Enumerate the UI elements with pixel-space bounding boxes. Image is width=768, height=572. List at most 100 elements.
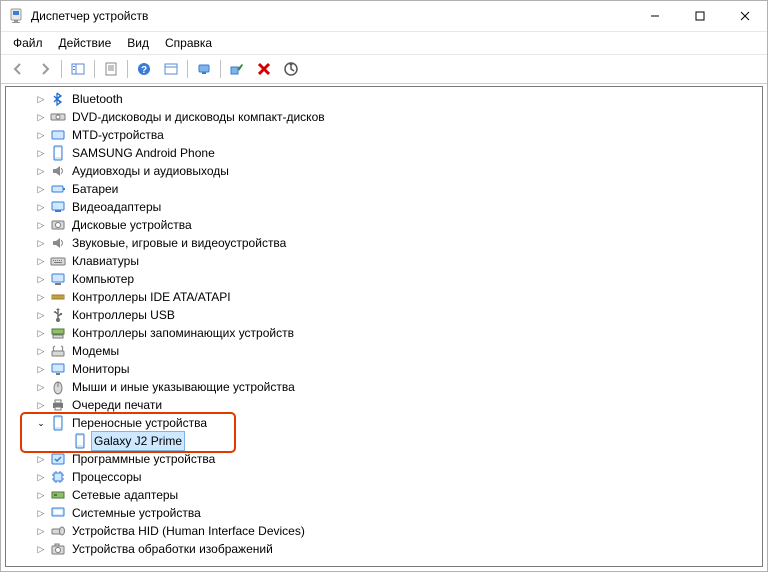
menu-help[interactable]: Справка <box>157 34 220 52</box>
tree-label: Системные устройства <box>70 504 203 522</box>
device-manager-window: Диспетчер устройств Файл Действие Вид Сп… <box>0 0 768 572</box>
tree-node-mice[interactable]: ▷ Мыши и иные указывающие устройства <box>34 378 762 396</box>
properties-button[interactable] <box>98 57 124 81</box>
tree-node-monitors[interactable]: ▷ Мониторы <box>34 360 762 378</box>
toolbar-separator <box>127 60 128 78</box>
expand-toggle[interactable]: ▷ <box>34 308 48 322</box>
tree-node-disk-drives[interactable]: ▷ Дисковые устройства <box>34 216 762 234</box>
printer-icon <box>50 397 66 413</box>
tree-label: Дисковые устройства <box>70 216 194 234</box>
toolbar-separator <box>94 60 95 78</box>
ide-controller-icon <box>50 289 66 305</box>
tree-label: Переносные устройства <box>70 414 209 432</box>
expand-toggle[interactable]: ▷ <box>34 380 48 394</box>
tree-node-batteries[interactable]: ▷ Батареи <box>34 180 762 198</box>
enable-device-button[interactable] <box>224 57 250 81</box>
tree-label: Видеоадаптеры <box>70 198 163 216</box>
expand-toggle[interactable]: ▷ <box>34 488 48 502</box>
portable-device-icon <box>72 433 88 449</box>
menu-file[interactable]: Файл <box>5 34 51 52</box>
tree-node-usb-controllers[interactable]: ▷ Контроллеры USB <box>34 306 762 324</box>
tree-node-processors[interactable]: ▷ Процессоры <box>34 468 762 486</box>
usb-icon <box>50 307 66 323</box>
keyboard-icon <box>50 253 66 269</box>
action-button[interactable] <box>158 57 184 81</box>
expand-toggle[interactable]: ▷ <box>34 326 48 340</box>
tree-label: MTD-устройства <box>70 126 166 144</box>
expand-toggle[interactable]: ▷ <box>34 470 48 484</box>
uninstall-device-button[interactable] <box>251 57 277 81</box>
tree-node-imaging-devices[interactable]: ▷ Устройства обработки изображений <box>34 540 762 558</box>
expand-toggle[interactable]: ▷ <box>34 362 48 376</box>
expand-toggle[interactable]: ▷ <box>34 146 48 160</box>
tree-node-modems[interactable]: ▷ Модемы <box>34 342 762 360</box>
imaging-device-icon <box>50 541 66 557</box>
tree-label: Программные устройства <box>70 450 217 468</box>
network-adapter-icon <box>50 487 66 503</box>
expand-toggle[interactable]: ▷ <box>34 452 48 466</box>
tree-node-keyboards[interactable]: ▷ Клавиатуры <box>34 252 762 270</box>
modem-icon <box>50 343 66 359</box>
expand-toggle[interactable]: ▷ <box>34 272 48 286</box>
tree-node-computer[interactable]: ▷ Компьютер <box>34 270 762 288</box>
expand-toggle[interactable]: ▷ <box>34 542 48 556</box>
expand-toggle[interactable]: ▷ <box>34 254 48 268</box>
system-device-icon <box>50 505 66 521</box>
expand-toggle[interactable]: ▷ <box>34 506 48 520</box>
tree-label: Контроллеры IDE ATA/ATAPI <box>70 288 233 306</box>
show-hide-tree-button[interactable] <box>65 57 91 81</box>
expand-toggle[interactable]: ▷ <box>34 182 48 196</box>
close-button[interactable] <box>722 1 767 31</box>
toolbar-separator <box>220 60 221 78</box>
menu-view[interactable]: Вид <box>119 34 157 52</box>
expand-toggle[interactable]: ▷ <box>34 164 48 178</box>
client-area: ▷ Bluetooth ▷ DVD-дисководы и дисководы … <box>5 86 763 567</box>
mouse-icon <box>50 379 66 395</box>
help-button[interactable]: ? <box>131 57 157 81</box>
scan-hardware-button[interactable] <box>191 57 217 81</box>
tree-node-bluetooth[interactable]: ▷ Bluetooth <box>34 90 762 108</box>
expand-toggle[interactable]: ▷ <box>34 236 48 250</box>
expand-toggle[interactable]: ▷ <box>34 200 48 214</box>
expand-toggle[interactable]: ▷ <box>34 290 48 304</box>
minimize-button[interactable] <box>632 1 677 31</box>
tree-node-storage-controllers[interactable]: ▷ Контроллеры запоминающих устройств <box>34 324 762 342</box>
forward-button[interactable] <box>32 57 58 81</box>
tree-node-system-devices[interactable]: ▷ Системные устройства <box>34 504 762 522</box>
tree-node-print-queues[interactable]: ▷ Очереди печати <box>34 396 762 414</box>
tree-node-network-adapters[interactable]: ▷ Сетевые адаптеры <box>34 486 762 504</box>
expand-toggle[interactable]: ▷ <box>34 398 48 412</box>
battery-icon <box>50 181 66 197</box>
collapse-toggle[interactable]: ⌄ <box>34 416 48 430</box>
titlebar: Диспетчер устройств <box>1 1 767 32</box>
tree-node-software-devices[interactable]: ▷ Программные устройства <box>34 450 762 468</box>
device-tree[interactable]: ▷ Bluetooth ▷ DVD-дисководы и дисководы … <box>6 87 762 566</box>
expand-toggle[interactable]: ▷ <box>34 218 48 232</box>
tree-label: Контроллеры USB <box>70 306 177 324</box>
tree-node-audio-io[interactable]: ▷ Аудиовходы и аудиовыходы <box>34 162 762 180</box>
expand-toggle[interactable]: ▷ <box>34 344 48 358</box>
tree-node-sound-game-video[interactable]: ▷ Звуковые, игровые и видеоустройства <box>34 234 762 252</box>
tree-label: SAMSUNG Android Phone <box>70 144 217 162</box>
tree-node-portable-devices[interactable]: ⌄ Переносные устройства <box>34 414 762 432</box>
expand-toggle[interactable]: ▷ <box>34 92 48 106</box>
tree-node-dvd[interactable]: ▷ DVD-дисководы и дисководы компакт-диск… <box>34 108 762 126</box>
back-button[interactable] <box>5 57 31 81</box>
expand-toggle[interactable]: ▷ <box>34 110 48 124</box>
expand-toggle[interactable]: ▷ <box>34 524 48 538</box>
tree-node-mtd[interactable]: ▷ MTD-устройства <box>34 126 762 144</box>
tree-node-ide-controllers[interactable]: ▷ Контроллеры IDE ATA/ATAPI <box>34 288 762 306</box>
tree-label: Процессоры <box>70 468 144 486</box>
tree-node-hid-devices[interactable]: ▷ Устройства HID (Human Interface Device… <box>34 522 762 540</box>
expand-toggle[interactable]: ▷ <box>34 128 48 142</box>
update-driver-button[interactable] <box>278 57 304 81</box>
tree-node-samsung-phone[interactable]: ▷ SAMSUNG Android Phone <box>34 144 762 162</box>
maximize-button[interactable] <box>677 1 722 31</box>
tree-label: Компьютер <box>70 270 136 288</box>
tree-label: Модемы <box>70 342 121 360</box>
speaker-icon <box>50 235 66 251</box>
tree-label: Клавиатуры <box>70 252 141 270</box>
tree-node-galaxy-j2-prime[interactable]: Galaxy J2 Prime <box>34 432 762 450</box>
menu-action[interactable]: Действие <box>51 34 120 52</box>
tree-node-display-adapters[interactable]: ▷ Видеоадаптеры <box>34 198 762 216</box>
